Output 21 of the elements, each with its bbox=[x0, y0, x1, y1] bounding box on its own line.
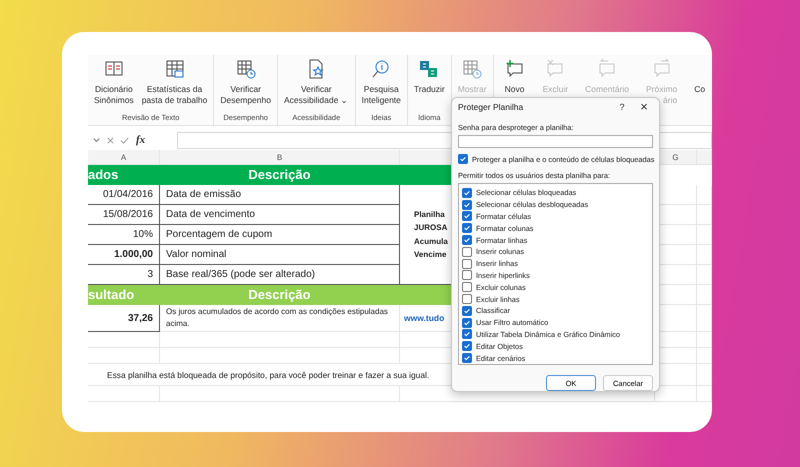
table-cell: 01/04/2016 bbox=[88, 185, 160, 205]
table-cell: 10% bbox=[88, 225, 160, 245]
cell-text: JUROSA bbox=[414, 222, 448, 234]
cell-text: Acumula bbox=[414, 236, 448, 248]
table-cell: 37,26 bbox=[88, 305, 160, 332]
table-cell: Data de vencimento bbox=[160, 205, 400, 225]
table-cell: Porcentagem de cupom bbox=[160, 225, 400, 245]
column-header: B bbox=[160, 150, 400, 165]
table-header: ados bbox=[88, 165, 160, 185]
table-cell: Os juros acumulados de acordo com as condições estipuladas acima. bbox=[160, 305, 400, 332]
table-cell: 15/08/2016 bbox=[88, 205, 160, 225]
dialog-title: Proteger Planilha bbox=[458, 102, 524, 112]
table-cell: 1.000,00 bbox=[88, 245, 160, 265]
table-cell: Data de emissão bbox=[160, 185, 400, 205]
cell-text: Vencime bbox=[414, 249, 446, 261]
cell-text: Planilha bbox=[414, 208, 445, 220]
table-header: Descrição bbox=[160, 285, 400, 305]
table-header: Descrição bbox=[160, 165, 400, 185]
table-cell: Valor nominal bbox=[160, 245, 400, 265]
table-header: sultado bbox=[88, 285, 160, 305]
column-header: A bbox=[88, 150, 160, 165]
